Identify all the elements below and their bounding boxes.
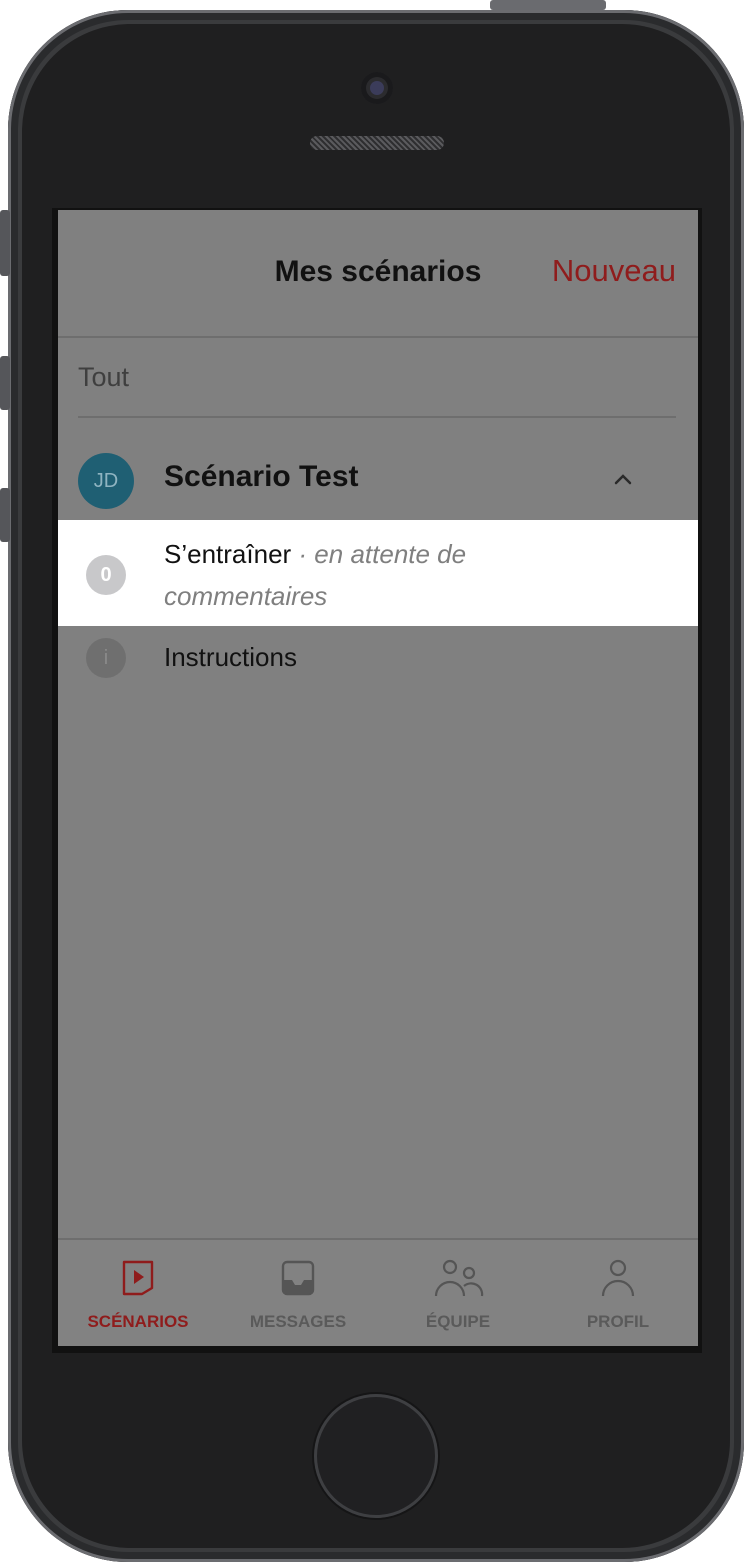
new-scenario-button[interactable]: Nouveau xyxy=(552,253,676,289)
practice-status-cont: commentaires xyxy=(164,581,328,611)
app-screen: Mes scénarios Nouveau Tout JD Scénario T… xyxy=(58,210,698,1346)
filter-divider xyxy=(78,416,676,418)
status-badge: 0 xyxy=(86,555,126,595)
tab-scenarios[interactable]: SCÉNARIOS xyxy=(58,1240,218,1346)
filter-all[interactable]: Tout xyxy=(78,362,129,393)
scenario-title: Scénario Test xyxy=(164,460,359,493)
avatar: JD xyxy=(78,453,134,509)
practice-status: · en attente de xyxy=(298,539,467,569)
home-button[interactable] xyxy=(314,1394,438,1518)
front-camera xyxy=(361,72,393,104)
info-icon: i xyxy=(86,638,126,678)
chevron-up-icon[interactable] xyxy=(614,470,632,488)
header-divider xyxy=(58,336,698,338)
tab-messages[interactable]: MESSAGES xyxy=(218,1240,378,1346)
tab-team[interactable]: ÉQUIPE xyxy=(378,1240,538,1346)
scenario-play-icon xyxy=(122,1260,154,1296)
tab-label: ÉQUIPE xyxy=(425,1312,491,1331)
practice-item-label: S’entraîner · en attente de commentaires xyxy=(164,533,466,617)
profile-icon xyxy=(601,1259,635,1297)
volume-down-button xyxy=(0,488,10,542)
tab-profile[interactable]: PROFIL xyxy=(538,1240,698,1346)
tab-bar: SCÉNARIOS MESSAGES ÉQUIPE PROFIL xyxy=(58,1238,698,1346)
instructions-item[interactable]: Instructions xyxy=(164,636,297,678)
mute-switch xyxy=(0,210,10,276)
team-icon xyxy=(434,1259,484,1297)
volume-up-button xyxy=(0,356,10,410)
inbox-icon xyxy=(281,1260,315,1296)
tab-label: PROFIL xyxy=(586,1312,650,1331)
tab-label: SCÉNARIOS xyxy=(87,1312,189,1331)
tab-label: MESSAGES xyxy=(249,1312,347,1331)
power-button xyxy=(490,0,606,10)
earpiece-speaker xyxy=(310,136,444,150)
practice-title: S’entraîner xyxy=(164,539,292,569)
